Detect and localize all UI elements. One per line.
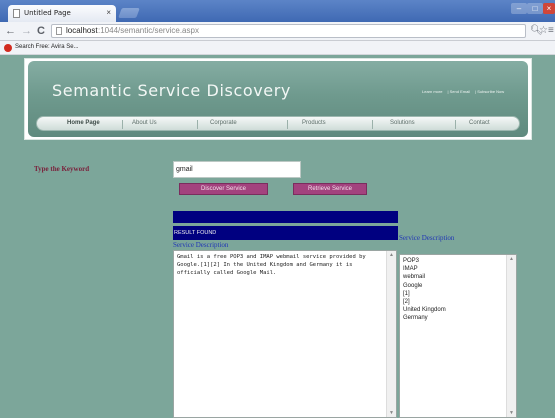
description-textarea[interactable]: Gmail is a free POP3 and IMAP webmail se…: [173, 250, 397, 418]
list-item[interactable]: IMAP: [403, 265, 513, 273]
browser-toolbar: ← → C localhost :1044/semantic/service.a…: [0, 22, 555, 41]
nav-divider: [372, 120, 373, 129]
list-item[interactable]: Germany: [403, 314, 513, 322]
service-description-heading: Service Description: [173, 241, 229, 249]
avira-icon: [4, 44, 12, 52]
top-links: Learn more | Send Email | Subscribe Now: [422, 89, 505, 94]
retrieve-service-button[interactable]: Retrieve Service: [293, 183, 367, 195]
nav-home[interactable]: Home Page: [67, 120, 100, 126]
nav-divider: [197, 120, 198, 129]
url-host: localhost: [66, 26, 98, 35]
list-item[interactable]: POP3: [403, 257, 513, 265]
terms-scrollbar[interactable]: ▲ ▼: [506, 255, 516, 417]
top-link-learn[interactable]: Learn more: [422, 89, 442, 94]
scroll-up-icon[interactable]: ▲: [388, 252, 395, 258]
bookmark-item[interactable]: Search Free: Avira Se...: [15, 44, 79, 50]
top-link-subscribe[interactable]: Subscribe Now: [477, 89, 504, 94]
forward-button[interactable]: →: [21, 24, 32, 38]
nav-divider: [287, 120, 288, 129]
list-item[interactable]: webmail: [403, 273, 513, 281]
page-icon: [56, 27, 62, 35]
address-bar[interactable]: localhost :1044/semantic/service.aspx: [51, 24, 526, 38]
browser-tabstrip: Untitled Page × – □ ×: [0, 0, 555, 22]
discover-service-button[interactable]: Discover Service: [179, 183, 268, 195]
terms-listbox[interactable]: POP3 IMAP webmail Google [1] [2] United …: [399, 254, 517, 418]
maximize-button[interactable]: □: [527, 3, 543, 14]
list-item[interactable]: United Kingdom: [403, 306, 513, 314]
back-button[interactable]: ←: [5, 24, 16, 38]
keyword-label: Type the Keyword: [34, 165, 90, 173]
terms-heading: Service Description: [399, 234, 455, 242]
list-item[interactable]: [2]: [403, 298, 513, 306]
nav-divider: [122, 120, 123, 129]
bookmarks-bar: Search Free: Avira Se...: [0, 41, 555, 55]
reload-button[interactable]: C: [37, 24, 45, 38]
scroll-up-icon[interactable]: ▲: [508, 256, 515, 262]
scroll-down-icon[interactable]: ▼: [508, 410, 515, 416]
page-icon: [13, 9, 20, 18]
minimize-button[interactable]: –: [511, 3, 527, 14]
page-content: Semantic Service Discovery Learn more | S…: [0, 55, 555, 418]
list-item[interactable]: Google: [403, 282, 513, 290]
new-tab-button[interactable]: [118, 8, 140, 18]
nav-solutions[interactable]: Solutions: [390, 120, 415, 126]
keyword-input[interactable]: gmail: [173, 161, 301, 178]
browser-tab[interactable]: Untitled Page ×: [8, 5, 116, 22]
description-scrollbar[interactable]: ▲ ▼: [386, 251, 396, 417]
menu-icon[interactable]: ≡: [548, 25, 554, 36]
star-icon[interactable]: ☆: [539, 25, 548, 36]
tab-title: Untitled Page: [24, 9, 71, 17]
result-header-bar: [173, 211, 398, 223]
close-window-button[interactable]: ×: [543, 3, 555, 14]
nav-about[interactable]: About Us: [132, 120, 157, 126]
header-panel: Semantic Service Discovery Learn more | S…: [28, 61, 528, 137]
site-title: Semantic Service Discovery: [52, 81, 291, 100]
nav-products[interactable]: Products: [302, 120, 326, 126]
main-nav: Home Page About Us Corporate Products So…: [36, 116, 520, 131]
list-item[interactable]: [1]: [403, 290, 513, 298]
close-tab-icon[interactable]: ×: [106, 8, 111, 17]
nav-corporate[interactable]: Corporate: [210, 120, 237, 126]
top-link-email[interactable]: Send Email: [450, 89, 470, 94]
result-status: RESULT FOUND: [173, 226, 398, 240]
site-header: Semantic Service Discovery Learn more | S…: [24, 58, 532, 140]
nav-contact[interactable]: Contact: [469, 120, 490, 126]
nav-divider: [455, 120, 456, 129]
url-path: :1044/semantic/service.aspx: [98, 26, 199, 35]
scroll-down-icon[interactable]: ▼: [388, 410, 395, 416]
